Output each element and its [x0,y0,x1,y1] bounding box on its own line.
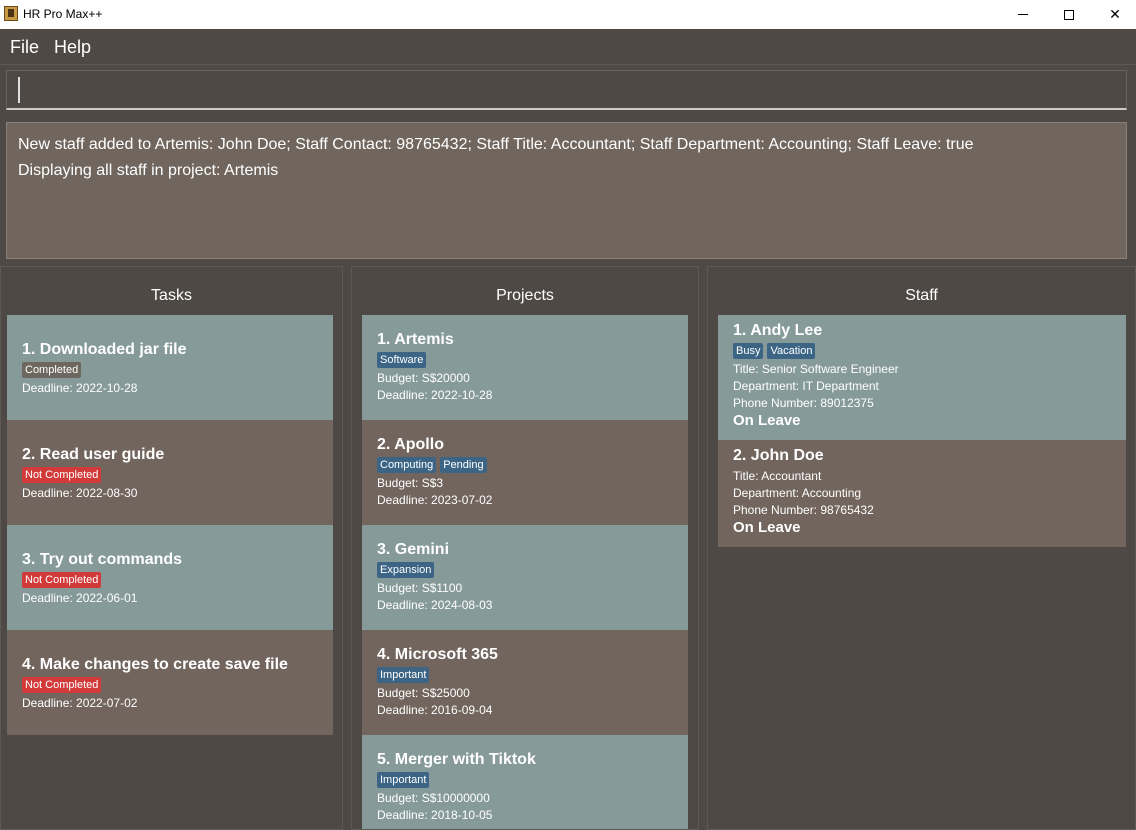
project-tag: Computing [377,457,437,473]
task-deadline: Deadline: 2022-08-30 [22,486,138,500]
project-name: 3. Gemini [377,541,450,558]
window-title: HR Pro Max++ [23,7,103,21]
task-status-badge: Not Completed [22,677,102,693]
menu-bar: File Help [0,29,1136,65]
projects-panel: Projects 1. Artemis Software Budget: S$2… [351,266,699,830]
project-tag: Expansion [377,562,435,578]
project-budget: Budget: S$20000 [377,371,470,385]
staff-name: 1. Andy Lee [733,322,823,339]
project-card[interactable]: 2. Apollo Computing Pending Budget: S$3 D… [362,420,688,525]
staff-name: 2. John Doe [733,447,824,464]
project-tag: Pending [440,457,487,473]
task-deadline: Deadline: 2022-06-01 [22,591,138,605]
project-name: 4. Microsoft 365 [377,646,498,663]
staff-leave-status: On Leave [733,519,801,536]
project-budget: Budget: S$10000000 [377,791,490,805]
project-card[interactable]: 4. Microsoft 365 Important Budget: S$250… [362,630,688,735]
maximize-icon [1064,9,1074,20]
project-card[interactable]: 5. Merger with Tiktok Important Budget: … [362,735,688,829]
command-box [6,70,1127,110]
result-line: New staff added to Artemis: John Doe; St… [18,136,974,153]
close-icon: ✕ [1109,6,1121,22]
task-status-badge: Not Completed [22,572,102,588]
minimize-button[interactable] [1000,0,1046,29]
staff-tag: Busy [733,343,764,359]
project-name: 2. Apollo [377,436,444,453]
app-icon [4,6,18,21]
task-deadline: Deadline: 2022-10-28 [22,381,138,395]
task-name: 3. Try out commands [22,551,183,568]
project-budget: Budget: S$25000 [377,686,470,700]
project-deadline: Deadline: 2024-08-03 [377,598,493,612]
staff-panel-title: Staff [905,287,938,304]
project-deadline: Deadline: 2022-10-28 [377,388,493,402]
projects-panel-title: Projects [496,287,554,304]
task-name: 4. Make changes to create save file [22,656,288,673]
command-input[interactable] [15,75,1115,105]
staff-phone: Phone Number: 98765432 [733,503,874,517]
minimize-icon [1018,14,1028,15]
staff-leave-status: On Leave [733,412,801,429]
staff-tag: Vacation [767,343,816,359]
project-deadline: Deadline: 2023-07-02 [377,493,493,507]
project-card[interactable]: 1. Artemis Software Budget: S$20000 Dead… [362,315,688,420]
result-display: New staff added to Artemis: John Doe; St… [6,122,1127,259]
task-deadline: Deadline: 2022-07-02 [22,696,138,710]
project-name: 1. Artemis [377,331,454,348]
staff-title: Title: Senior Software Engineer [733,362,899,376]
project-deadline: Deadline: 2018-10-05 [377,808,493,822]
text-caret [18,77,20,103]
maximize-button[interactable] [1046,0,1092,29]
staff-panel: Staff 1. Andy Lee Busy Vacation Title: Se… [707,266,1136,830]
project-tag: Important [377,667,430,683]
staff-department: Department: Accounting [733,486,862,500]
task-name: 1. Downloaded jar file [22,341,187,358]
staff-title: Title: Accountant [733,469,822,483]
tasks-panel: Tasks 1. Downloaded jar file Completed D… [0,266,343,830]
tasks-panel-title: Tasks [151,287,192,304]
project-tag: Software [377,352,427,368]
menu-file[interactable]: File [10,37,39,58]
title-bar: HR Pro Max++ ✕ [0,0,1136,29]
task-card[interactable]: 2. Read user guide Not Completed Deadlin… [7,420,333,525]
project-budget: Budget: S$3 [377,476,444,490]
close-button[interactable]: ✕ [1092,0,1136,29]
project-name: 5. Merger with Tiktok [377,751,536,768]
project-budget: Budget: S$1100 [377,581,463,595]
staff-card[interactable]: 1. Andy Lee Busy Vacation Title: Senior S… [718,315,1126,440]
project-card[interactable]: 3. Gemini Expansion Budget: S$1100 Deadl… [362,525,688,630]
staff-card[interactable]: 2. John Doe Title: Accountant Department… [718,440,1126,547]
result-line: Displaying all staff in project: Artemis [18,162,279,179]
staff-department: Department: IT Department [733,379,879,393]
staff-phone: Phone Number: 89012375 [733,396,874,410]
task-card[interactable]: 4. Make changes to create save file Not … [7,630,333,735]
project-tag: Important [377,772,430,788]
task-name: 2. Read user guide [22,446,165,463]
task-card[interactable]: 1. Downloaded jar file Completed Deadlin… [7,315,333,420]
task-card[interactable]: 3. Try out commands Not Completed Deadli… [7,525,333,630]
menu-help[interactable]: Help [54,37,91,58]
project-deadline: Deadline: 2016-09-04 [377,703,493,717]
task-status-badge: Completed [22,362,82,378]
task-status-badge: Not Completed [22,467,102,483]
